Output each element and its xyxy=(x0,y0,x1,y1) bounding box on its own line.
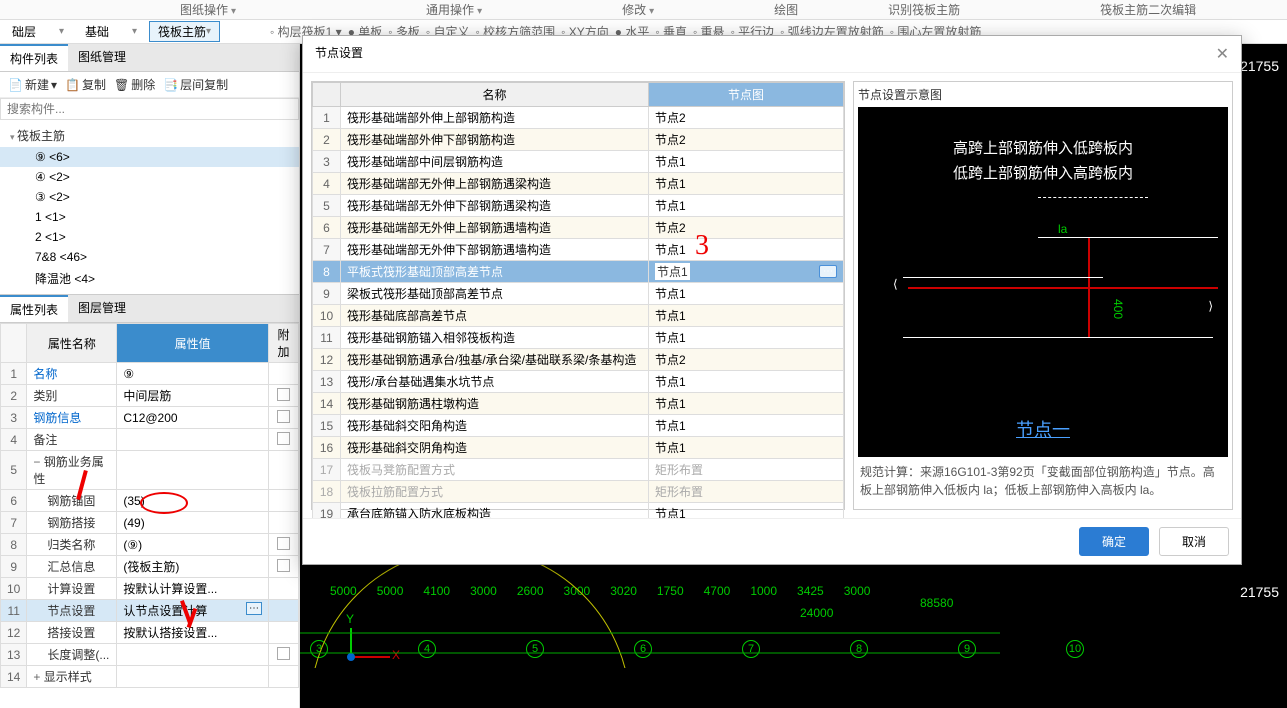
prop-row[interactable]: 10计算设置按默认计算设置... xyxy=(1,578,299,600)
diagram-text-1: 高跨上部钢筋伸入低跨板内 xyxy=(858,137,1228,158)
tree-item[interactable]: ④ <2> xyxy=(0,167,299,187)
node-row[interactable]: 5筏形基础端部无外伸下部钢筋遇梁构造节点1 xyxy=(313,195,844,217)
prop-row[interactable]: 14显示样式 xyxy=(1,666,299,688)
tree-item[interactable]: ⑨ <6> xyxy=(0,147,299,167)
menu-secondary-edit[interactable]: 筏板主筋二次编辑 xyxy=(1100,1,1196,18)
search-input[interactable] xyxy=(0,98,299,120)
layer-select[interactable]: 础层▾ xyxy=(3,21,73,42)
property-table: 属性名称属性值附加 1名称⑨2类别中间层筋3钢筋信息C12@2004备注5钢筋业… xyxy=(0,323,299,688)
cancel-button[interactable]: 取消 xyxy=(1159,527,1229,556)
node-row[interactable]: 6筏形基础端部无外伸上部钢筋遇墙构造节点2 xyxy=(313,217,844,239)
prop-row[interactable]: 8归类名称(⑨) xyxy=(1,534,299,556)
menu-identify[interactable]: 识别筏板主筋 xyxy=(888,1,960,18)
component-toolbar: 📄 新建 ▾ 📋 复制 🗑 删除 📑 层间复制 xyxy=(0,72,299,98)
tab-prop-list[interactable]: 属性列表 xyxy=(0,295,68,322)
prop-row[interactable]: 2类别中间层筋 xyxy=(1,385,299,407)
node-row[interactable]: 1筏形基础端部外伸上部钢筋构造节点2 xyxy=(313,107,844,129)
node-row[interactable]: 18筏板拉筋配置方式矩形布置 xyxy=(313,481,844,503)
node-row[interactable]: 7筏形基础端部无外伸下部钢筋遇墙构造节点1 xyxy=(313,239,844,261)
prop-row[interactable]: 12搭接设置按默认搭接设置... xyxy=(1,622,299,644)
node-row[interactable]: 11筏形基础钢筋锚入相邻筏板构造节点1 xyxy=(313,327,844,349)
node-row[interactable]: 15筏形基础斜交阳角构造节点1 xyxy=(313,415,844,437)
node-row[interactable]: 10筏形基础底部高差节点节点1 xyxy=(313,305,844,327)
tab-component-list[interactable]: 构件列表 xyxy=(0,44,68,71)
node-row[interactable]: 12筏形基础钢筋遇承台/独基/承台梁/基础联系梁/条基构造节点2 xyxy=(313,349,844,371)
diagram-description: 规范计算：来源16G101-3第92页「变截面部位钢筋构造」节点。高板上部钢筋伸… xyxy=(858,457,1228,505)
tree-item[interactable]: ③ <2> xyxy=(0,187,299,207)
tree-group[interactable]: 筏板主筋 xyxy=(0,124,299,147)
col-prop-val: 属性值 xyxy=(117,324,269,363)
close-icon[interactable]: ✕ xyxy=(1216,44,1229,64)
tree-item[interactable]: 2 <1> xyxy=(0,227,299,247)
node-row[interactable]: 3筏形基础端部中间层钢筋构造节点1 xyxy=(313,151,844,173)
menu-modify[interactable]: 修改 xyxy=(622,1,654,18)
ellipsis-button[interactable]: ⋯ xyxy=(819,265,837,278)
tree-item[interactable]: 1 <1> xyxy=(0,207,299,227)
col-prop-extra: 附加 xyxy=(269,324,299,363)
ok-button[interactable]: 确定 xyxy=(1079,527,1149,556)
ellipsis-button[interactable]: ⋯ xyxy=(246,602,262,615)
prop-row[interactable]: 3钢筋信息C12@200 xyxy=(1,407,299,429)
category-select[interactable]: 基础▾ xyxy=(76,21,146,42)
prop-row[interactable]: 11节点设置认节点设置计算⋯ xyxy=(1,600,299,622)
prop-row[interactable]: 5钢筋业务属性 xyxy=(1,451,299,490)
layer-copy-button[interactable]: 📑 层间复制 xyxy=(163,76,228,93)
prop-row[interactable]: 6钢筋锚固(35) xyxy=(1,490,299,512)
diagram-title: 节点设置示意图 xyxy=(858,86,1228,103)
menu-drawing-ops[interactable]: 图纸操作 xyxy=(180,1,236,18)
node-row[interactable]: 16筏形基础斜交阴角构造节点1 xyxy=(313,437,844,459)
tab-drawing-mgmt[interactable]: 图纸管理 xyxy=(68,44,136,71)
prop-row[interactable]: 7钢筋搭接(49) xyxy=(1,512,299,534)
tree-item[interactable]: 降温池 <4> xyxy=(0,267,299,290)
component-tree: 筏板主筋 ⑨ <6> ④ <2> ③ <2> 1 <1> 2 <1> 7&8 <… xyxy=(0,120,299,294)
diagram-400: 400 xyxy=(1111,299,1125,319)
node-row[interactable]: 2筏形基础端部外伸下部钢筋构造节点2 xyxy=(313,129,844,151)
node-row[interactable]: 8平板式筏形基础顶部高差节点节点1⋯ xyxy=(313,261,844,283)
col-node: 节点图 xyxy=(649,83,844,107)
prop-row[interactable]: 13长度调整(... xyxy=(1,644,299,666)
prop-row[interactable]: 1名称⑨ xyxy=(1,363,299,385)
prop-row[interactable]: 4备注 xyxy=(1,429,299,451)
delete-button[interactable]: 🗑 删除 xyxy=(114,76,155,93)
tree-item[interactable]: 7&8 <46> xyxy=(0,247,299,267)
node-row[interactable]: 9梁板式筏形基础顶部高差节点节点1 xyxy=(313,283,844,305)
node-row[interactable]: 4筏形基础端部无外伸上部钢筋遇梁构造节点1 xyxy=(313,173,844,195)
col-name: 名称 xyxy=(341,83,649,107)
copy-button[interactable]: 📋 复制 xyxy=(65,76,106,93)
node-diagram: 高跨上部钢筋伸入低跨板内 低跨上部钢筋伸入高跨板内 la 400 ⟨ ⟩ 节点一 xyxy=(858,107,1228,457)
new-button[interactable]: 📄 新建 ▾ xyxy=(8,76,57,93)
menu-draw[interactable]: 绘图 xyxy=(774,1,798,18)
diagram-text-2: 低跨上部钢筋伸入高跨板内 xyxy=(858,162,1228,183)
component-tabs: 构件列表 图纸管理 xyxy=(0,44,299,72)
node-row[interactable]: 19承台底筋锚入防水底板构造节点1 xyxy=(313,503,844,519)
tab-layer-mgmt[interactable]: 图层管理 xyxy=(68,295,136,322)
dialog-title: 节点设置 xyxy=(315,44,363,64)
menu-general-ops[interactable]: 通用操作 xyxy=(426,1,482,18)
node-row[interactable]: 13筏形/承台基础遇集水坑节点节点1 xyxy=(313,371,844,393)
grid-bubble: 10 xyxy=(1066,640,1084,658)
diagram-label[interactable]: 节点一 xyxy=(858,416,1228,442)
node-row[interactable]: 17筏板马凳筋配置方式矩形布置 xyxy=(313,459,844,481)
diagram-la: la xyxy=(1058,222,1067,236)
top-toolbar: 图纸操作 通用操作 修改 绘图 识别筏板主筋 筏板主筋二次编辑 xyxy=(0,0,1287,20)
node-table: 名称节点图 1筏形基础端部外伸上部钢筋构造节点22筏形基础端部外伸下部钢筋构造节… xyxy=(312,82,844,518)
property-panel: 属性列表 图层管理 属性名称属性值附加 1名称⑨2类别中间层筋3钢筋信息C12@… xyxy=(0,294,299,688)
node-row[interactable]: 14筏形基础钢筋遇柱墩构造节点1 xyxy=(313,393,844,415)
prop-row[interactable]: 9汇总信息(筏板主筋) xyxy=(1,556,299,578)
canvas-dim-right: 21755 xyxy=(1240,58,1279,74)
node-settings-dialog: 节点设置 ✕ 名称节点图 1筏形基础端部外伸上部钢筋构造节点22筏形基础端部外伸… xyxy=(302,35,1242,565)
type-select[interactable]: 筏板主筋▾ xyxy=(149,21,220,42)
left-panel: 构件列表 图纸管理 📄 新建 ▾ 📋 复制 🗑 删除 📑 层间复制 筏板主筋 ⑨… xyxy=(0,44,300,708)
col-prop-name: 属性名称 xyxy=(27,324,117,363)
